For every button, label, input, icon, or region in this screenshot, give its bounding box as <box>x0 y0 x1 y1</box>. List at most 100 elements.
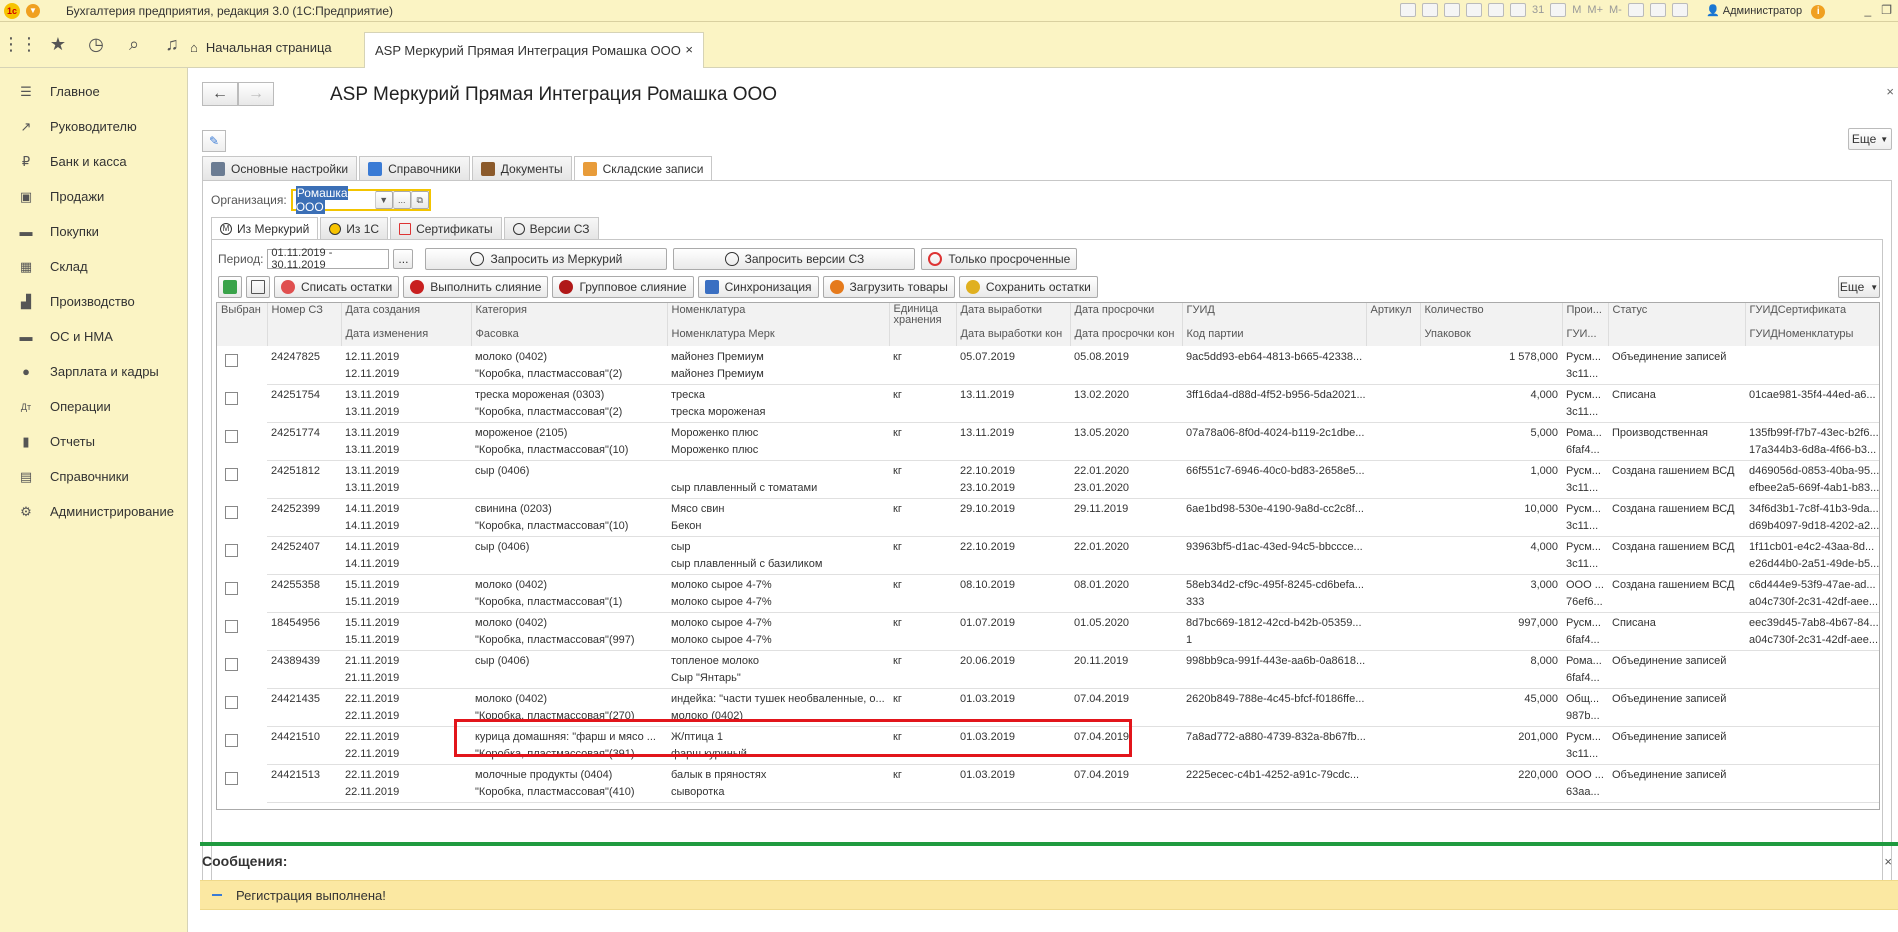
select-ellipsis-button[interactable]: ... <box>392 191 411 209</box>
tab-warehouse-records[interactable]: Складские записи <box>573 156 713 181</box>
column-header[interactable]: Дата создания <box>341 303 472 327</box>
print-icon[interactable] <box>1422 3 1438 17</box>
close-tab-icon[interactable]: × <box>685 42 693 57</box>
tab-documents[interactable]: Документы <box>471 156 572 180</box>
memory-plus-button[interactable]: M+ <box>1587 4 1603 16</box>
period-input[interactable]: 01.11.2019 - 30.11.2019 <box>267 247 390 271</box>
sidebar-item-main[interactable]: ☰ Главное <box>0 74 187 109</box>
table-row-secondary[interactable]: 15.11.2019 "Коробка, пластмассовая"(997) м… <box>217 631 1879 651</box>
column-header[interactable]: Выбран <box>217 303 268 327</box>
request-versions-button[interactable]: Запросить версии СЗ <box>673 248 916 270</box>
sidebar-item-reports[interactable]: ▮ Отчеты <box>0 424 187 459</box>
column-header-secondary[interactable]: Номенклатура Мерк <box>667 327 890 346</box>
table-row[interactable]: 24421510 22.11.2019 курица домашняя: "фарш… <box>217 726 1879 747</box>
only-expired-button[interactable]: Только просроченные <box>921 248 1078 270</box>
sidebar-item-admin[interactable]: ⚙ Администрирование <box>0 494 187 529</box>
sidebar-item-warehouse[interactable]: ▦ Склад <box>0 249 187 284</box>
spreadsheet-icon[interactable] <box>1510 3 1526 17</box>
table-row[interactable]: 24421435 22.11.2019 молоко (0402) индейка: … <box>217 688 1879 709</box>
column-header-secondary[interactable] <box>889 327 957 346</box>
column-header-secondary[interactable] <box>217 327 268 346</box>
subtab-certificates[interactable]: Сертификаты <box>390 217 502 239</box>
copy-icon[interactable] <box>246 276 270 298</box>
select-checkbox[interactable] <box>225 468 238 481</box>
open-icon[interactable]: ⧉ <box>410 191 429 209</box>
column-header[interactable]: Категория <box>471 303 668 327</box>
close-messages-icon[interactable]: × <box>1884 854 1892 869</box>
select-checkbox[interactable] <box>225 582 238 595</box>
column-header-secondary[interactable]: Дата изменения <box>341 327 472 346</box>
table-row-secondary[interactable]: 22.11.2019 "Коробка, пластмассовая"(270) м… <box>217 707 1879 727</box>
bell-icon[interactable]: ♫ <box>162 34 182 54</box>
table-row[interactable]: 24252407 14.11.2019 сыр (0406) сыр кг 22.10.2… <box>217 536 1879 557</box>
organization-field[interactable]: Ромашка ООО ▼ ... ⧉ <box>290 186 431 214</box>
message-item[interactable]: Регистрация выполнена! <box>200 880 1898 910</box>
table-row[interactable]: 18454956 15.11.2019 молоко (0402) молоко сы… <box>217 612 1879 633</box>
column-header-secondary[interactable]: Фасовка <box>471 327 668 346</box>
column-header[interactable]: Дата выработки <box>956 303 1071 327</box>
request-mercury-button[interactable]: Запросить из Меркурий <box>425 248 668 270</box>
select-checkbox[interactable] <box>225 696 238 709</box>
column-header-secondary[interactable]: Дата выработки кон <box>956 327 1071 346</box>
sidebar-item-salary[interactable]: ● Зарплата и кадры <box>0 354 187 389</box>
tools-icon[interactable]: ✎ <box>202 130 226 152</box>
table-row[interactable]: 24421513 22.11.2019 молочные продукты (040… <box>217 764 1879 785</box>
table-row[interactable]: 24251774 13.11.2019 мороженое (2105) Мороже… <box>217 422 1879 443</box>
write-off-button[interactable]: Списать остатки <box>274 276 400 298</box>
grid-more-button[interactable]: Еще ▼ <box>1838 276 1880 298</box>
column-header[interactable]: Номер СЗ <box>267 303 342 327</box>
column-header-secondary[interactable]: Упаковок <box>1420 327 1563 346</box>
select-checkbox[interactable] <box>225 506 238 519</box>
info-icon[interactable]: i <box>1811 4 1826 19</box>
apps-grid-icon[interactable]: ⋮⋮ <box>2 34 38 54</box>
favorites-star-icon[interactable]: ★ <box>48 34 68 54</box>
table-row-secondary[interactable]: 14.11.2019 "Коробка, пластмассовая"(10) Бе… <box>217 517 1879 537</box>
search-icon[interactable]: ⌕ <box>124 34 144 54</box>
table-row[interactable]: 24251754 13.11.2019 треска мороженая (0303… <box>217 384 1879 405</box>
table-row-secondary[interactable]: 22.11.2019 "Коробка, пластмассовая"(410) с… <box>217 783 1879 803</box>
calendar-icon[interactable]: 31 <box>1532 4 1544 16</box>
table-row-secondary[interactable]: 13.11.2019 сыр плавленный с томатами 23.10… <box>217 479 1879 499</box>
column-header-secondary[interactable]: Код партии <box>1182 327 1367 346</box>
table-row-secondary[interactable]: 12.11.2019 "Коробка, пластмассовая"(2) май… <box>217 365 1879 385</box>
select-checkbox[interactable] <box>225 772 238 785</box>
tab-main-settings[interactable]: Основные настройки <box>202 156 358 180</box>
sidebar-item-purchases[interactable]: ▬ Покупки <box>0 214 187 249</box>
sidebar-item-director[interactable]: ↗ Руководителю <box>0 109 187 144</box>
table-row-secondary[interactable]: 13.11.2019 "Коробка, пластмассовая"(10) Мо… <box>217 441 1879 461</box>
column-header-secondary[interactable]: Дата просрочки кон <box>1070 327 1183 346</box>
forward-arrow-icon[interactable]: → <box>238 82 274 106</box>
restore-icon[interactable]: ❐ <box>1881 3 1892 17</box>
tab-home[interactable]: ⌂ Начальная страница <box>190 32 332 62</box>
column-header[interactable]: Единица хранения <box>889 303 957 327</box>
sidebar-item-production[interactable]: ▟ Производство <box>0 284 187 319</box>
table-row[interactable]: 24255358 15.11.2019 молоко (0402) молоко сы… <box>217 574 1879 595</box>
attachment-icon[interactable] <box>1488 3 1504 17</box>
main-menu-icon[interactable]: ▼ <box>26 3 40 18</box>
select-checkbox[interactable] <box>225 392 238 405</box>
preview-icon[interactable] <box>1444 3 1460 17</box>
minimize-icon[interactable]: _ <box>1865 3 1872 17</box>
table-row-secondary[interactable]: 14.11.2019 сыр плавленный с базиликом 3с11… <box>217 555 1879 575</box>
organization-value[interactable]: Ромашка ООО <box>293 186 375 214</box>
column-header-secondary[interactable]: ГУИДНоменклатуры <box>1745 327 1879 346</box>
select-checkbox[interactable] <box>225 734 238 747</box>
save-icon[interactable] <box>1400 3 1416 17</box>
select-checkbox[interactable] <box>225 354 238 367</box>
table-row[interactable]: 24252399 14.11.2019 свинина (0203) Мясо сви… <box>217 498 1879 519</box>
history-small-icon[interactable] <box>1671 3 1688 17</box>
column-header-secondary[interactable] <box>1608 327 1746 346</box>
calculator-icon[interactable] <box>1550 3 1567 17</box>
select-checkbox[interactable] <box>225 620 238 633</box>
select-checkbox[interactable] <box>225 658 238 671</box>
period-select-button[interactable]: ... <box>393 249 414 269</box>
column-header[interactable]: ГУИДСертификата <box>1745 303 1879 327</box>
subtab-from-1c[interactable]: Из 1С <box>320 217 389 239</box>
column-header[interactable]: Артикул <box>1366 303 1421 327</box>
link-icon[interactable] <box>1466 3 1482 17</box>
sidebar-item-bank[interactable]: ₽ Банк и касса <box>0 144 187 179</box>
column-header-secondary[interactable] <box>1366 327 1421 346</box>
check-all-icon[interactable] <box>218 276 242 298</box>
history-icon[interactable]: ◷ <box>86 34 106 54</box>
memory-minus-button[interactable]: M- <box>1609 4 1622 16</box>
